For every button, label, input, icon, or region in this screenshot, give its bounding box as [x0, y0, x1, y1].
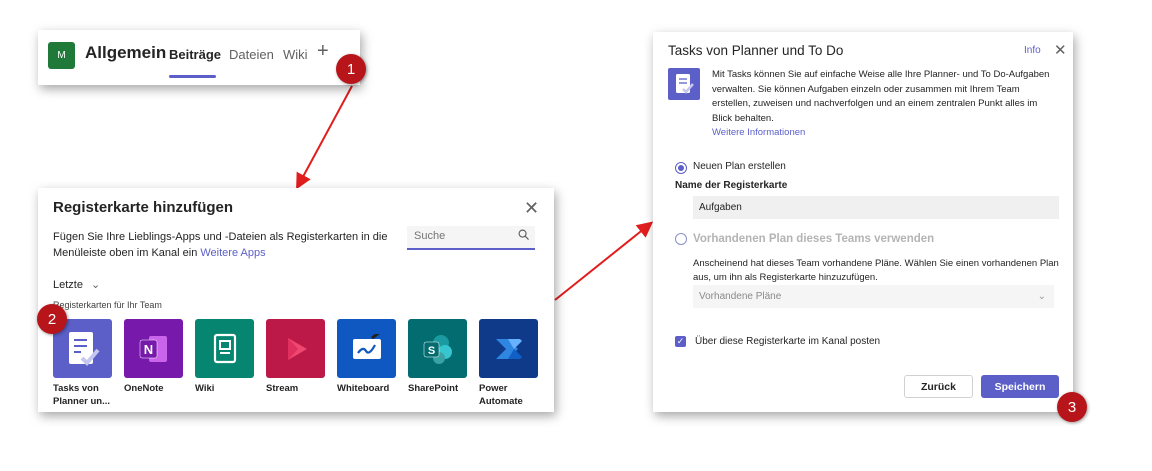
- back-button[interactable]: Zurück: [904, 375, 973, 398]
- wiki-icon: [195, 319, 254, 378]
- channel-name: Allgemein: [85, 43, 167, 62]
- tab-name-label: Name der Registerkarte: [675, 180, 788, 191]
- stream-icon: [266, 319, 325, 378]
- add-tab-icon[interactable]: +: [317, 40, 329, 63]
- onenote-icon: N: [124, 319, 183, 378]
- save-button[interactable]: Speichern: [981, 375, 1059, 398]
- search-box[interactable]: [407, 226, 535, 250]
- tab-wiki[interactable]: Wiki: [283, 47, 308, 62]
- close-icon[interactable]: ✕: [524, 198, 539, 219]
- app-label: Stream: [266, 383, 299, 394]
- radio-new-plan[interactable]: [675, 162, 687, 174]
- arrow-dialog-to-tasks: [554, 221, 654, 301]
- app-label: Tasks von Planner un...: [53, 383, 111, 407]
- app-stream[interactable]: Stream: [266, 319, 325, 408]
- svg-text:N: N: [143, 342, 152, 357]
- sharepoint-icon: S: [408, 319, 467, 378]
- svg-text:S: S: [427, 345, 434, 357]
- existing-plans-select[interactable]: Vorhandene Pläne ⌄: [693, 285, 1054, 308]
- recent-dropdown[interactable]: Letzte ⌄: [53, 278, 100, 291]
- tab-name-input[interactable]: Aufgaben: [693, 196, 1059, 219]
- app-whiteboard[interactable]: Whiteboard: [337, 319, 396, 408]
- option-new-plan-label: Neuen Plan erstellen: [693, 161, 786, 172]
- intro-text-block: Mit Tasks können Sie auf einfache Weise …: [712, 68, 1052, 141]
- app-sharepoint[interactable]: S SharePoint: [408, 319, 467, 408]
- app-wiki[interactable]: Wiki: [195, 319, 254, 408]
- app-list: Tasks von Planner un... N OneNote Wiki S…: [53, 319, 538, 408]
- close-icon[interactable]: ✕: [1054, 41, 1067, 59]
- recent-label: Letzte: [53, 279, 83, 291]
- section-label: Registerkarten für Ihr Team: [53, 300, 162, 310]
- chevron-down-icon: ⌄: [1037, 291, 1046, 302]
- tab-files[interactable]: Dateien: [229, 47, 274, 62]
- info-link[interactable]: Info: [1024, 45, 1041, 56]
- post-to-channel-label: Über diese Registerkarte im Kanal posten: [695, 336, 881, 347]
- app-onenote[interactable]: N OneNote: [124, 319, 183, 408]
- tasks-config-dialog: Tasks von Planner und To Do Info ✕ Mit T…: [653, 32, 1073, 412]
- dialog-title: Tasks von Planner und To Do: [668, 43, 844, 58]
- app-label: SharePoint: [408, 383, 459, 394]
- app-tasks[interactable]: Tasks von Planner un...: [53, 319, 112, 408]
- tab-posts[interactable]: Beiträge: [169, 47, 221, 62]
- option-existing-plan-label: Vorhandenen Plan dieses Teams verwenden: [693, 233, 935, 245]
- team-avatar: M: [48, 42, 75, 69]
- callout-1: 1: [336, 54, 366, 84]
- existing-plans-note: Anscheinend hat dieses Team vorhandene P…: [693, 258, 1059, 283]
- add-tab-dialog: Registerkarte hinzufügen ✕ Fügen Sie Ihr…: [38, 188, 554, 412]
- whiteboard-icon: [337, 319, 396, 378]
- more-info-link[interactable]: Weitere Informationen: [712, 126, 1052, 141]
- search-icon[interactable]: [518, 229, 529, 243]
- power-automate-icon: [479, 319, 538, 378]
- callout-2: 2: [37, 304, 67, 334]
- app-label: OneNote: [124, 383, 164, 394]
- post-to-channel-checkbox[interactable]: ✓: [675, 336, 686, 347]
- arrow-1-to-dialog: [296, 85, 353, 190]
- intro-text: Mit Tasks können Sie auf einfache Weise …: [712, 69, 1050, 124]
- callout-3: 3: [1057, 392, 1087, 422]
- active-tab-indicator: [169, 75, 216, 78]
- search-input[interactable]: [407, 226, 514, 246]
- dialog-title: Registerkarte hinzufügen: [53, 199, 234, 216]
- more-apps-link[interactable]: Weitere Apps: [200, 247, 265, 259]
- app-power-automate[interactable]: Power Automate: [479, 319, 538, 408]
- channel-header: M Allgemein Beiträge Dateien Wiki +: [38, 30, 360, 85]
- tasks-logo-icon: [668, 68, 700, 100]
- app-label: Wiki: [195, 383, 215, 394]
- dialog-description: Fügen Sie Ihre Lieblings-Apps und -Datei…: [53, 229, 398, 261]
- app-label: Power Automate: [479, 383, 523, 407]
- radio-existing-plan[interactable]: [675, 233, 687, 245]
- select-value: Vorhandene Pläne: [699, 291, 782, 302]
- app-label: Whiteboard: [337, 383, 390, 394]
- chevron-down-icon: ⌄: [91, 279, 101, 291]
